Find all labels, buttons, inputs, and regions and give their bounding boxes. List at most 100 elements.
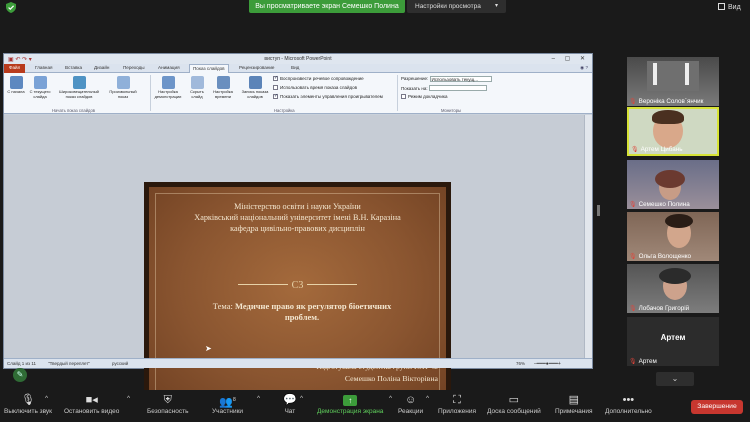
from-start-label: С начала	[7, 89, 25, 94]
setup-show-icon	[161, 76, 175, 89]
topic-line-1: Медичне право як регулятор біоетичних	[234, 301, 392, 311]
participant-tile[interactable]: 🎙 Ольга Волощенко	[627, 212, 719, 261]
vertical-scrollbar[interactable]	[584, 115, 592, 359]
slide-ornament: C3	[149, 280, 446, 291]
apps-label: Приложения	[438, 408, 477, 415]
scroll-down-button[interactable]: ⌄	[656, 372, 694, 386]
timings-checkbox[interactable]: Использовать время показа слайдов	[273, 85, 357, 90]
apps-icon: ⛶	[453, 394, 461, 406]
tab-transitions[interactable]: Переходы	[123, 65, 145, 70]
participants-options-caret[interactable]: ^	[257, 395, 260, 402]
whiteboard-label: Доска сообщений	[487, 408, 541, 415]
group-start-label: Начать показ слайдов	[52, 108, 96, 113]
participants-button[interactable]: 👥8 Участники	[212, 393, 243, 415]
video-button[interactable]: ■◂ Остановить видео	[64, 393, 119, 415]
chevron-down-icon: ⌄	[671, 374, 679, 383]
shared-screen[interactable]: ▣ ↶ ↷ ▾ виступ - Microsoft PowerPoint – …	[3, 53, 593, 413]
ppt-window-title: виступ - Microsoft PowerPoint	[264, 56, 332, 62]
panel-divider-handle[interactable]	[597, 205, 600, 216]
chat-button[interactable]: 💬 Чат	[283, 393, 297, 415]
resolution-select[interactable]: Разрешение: Использовать текущ...	[401, 76, 492, 82]
participant-name: 🎙 Артем	[629, 358, 657, 365]
group-monitors-label: Мониторы	[441, 108, 462, 113]
slide-department: кафедра цивільно-правових дисциплін	[230, 224, 365, 233]
tab-file[interactable]: Файл	[4, 64, 26, 73]
broadcast-icon	[72, 76, 86, 89]
slide: Міністерство освіти і науки України Харк…	[144, 182, 451, 413]
participant-name: 🎙 Лобачов Григорій	[629, 305, 690, 312]
broadcast-button[interactable]: Широковещательный показ слайдов	[56, 76, 102, 99]
from-current-label: С текущего слайда	[29, 89, 51, 99]
participant-name: 🎙 Артем Цибань	[631, 146, 683, 153]
participant-name: 🎙 Вероніка Солов`янчик	[629, 98, 704, 105]
record-label: Запись показа слайдов	[241, 89, 269, 99]
custom-show-button[interactable]: Произвольный показ	[106, 76, 140, 99]
checkbox-icon	[273, 85, 278, 90]
share-banner: Вы просматриваете экран Семешко Полина	[249, 0, 405, 13]
reactions-options-caret[interactable]: ^	[426, 395, 429, 402]
participant-name: 🎙 Семешко Полина	[629, 201, 690, 208]
participant-tile-active[interactable]: 🎙 Артем Цибань	[627, 107, 719, 156]
from-current-button[interactable]: С текущего слайда	[27, 76, 53, 99]
video-options-caret[interactable]: ^	[127, 395, 130, 402]
presenter-view-label: Режим докладчика	[408, 94, 448, 99]
show-on-select[interactable]: Показать на:	[401, 85, 487, 91]
share-options-caret[interactable]: ^	[389, 395, 392, 402]
tab-insert[interactable]: Вставка	[65, 65, 82, 70]
slide-topic: Тема: Медичне право як регулятор біоетич…	[177, 301, 427, 323]
participants-icon: 👥8	[219, 396, 236, 409]
video-label: Остановить видео	[64, 408, 120, 415]
ribbon-divider	[397, 75, 398, 111]
presenter-view-checkbox[interactable]: Режим докладчика	[401, 94, 447, 99]
broadcast-label: Широковещательный показ слайдов	[59, 89, 99, 99]
help-icon[interactable]: ◉ ?	[580, 65, 588, 71]
shield-icon: ⛨	[163, 394, 172, 406]
tab-slideshow[interactable]: Показ слайдов	[189, 64, 229, 73]
custom-show-icon	[116, 76, 130, 89]
mic-muted-icon: 🎙	[629, 306, 637, 312]
media-controls-checkbox[interactable]: Показать элементы управления проигрывате…	[273, 93, 383, 99]
top-bar: Вы просматриваете экран Семешко Полина Н…	[0, 0, 750, 14]
tab-home[interactable]: Главная	[35, 65, 52, 70]
participant-tile[interactable]: 🎙 Лобачов Григорій	[627, 264, 719, 313]
mute-options-caret[interactable]: ^	[45, 395, 48, 402]
tab-animation[interactable]: Анимация	[158, 65, 180, 70]
apps-button[interactable]: ⛶ Приложения	[438, 393, 476, 415]
mouse-cursor-icon: ➤	[205, 344, 212, 353]
shield-check-icon[interactable]	[6, 2, 16, 13]
hide-slide-button[interactable]: Скрыть слайд	[186, 76, 208, 99]
reactions-button[interactable]: ☺ Реакции	[398, 393, 423, 415]
more-button[interactable]: ••• Дополнительно	[605, 393, 652, 415]
participant-tile-no-video[interactable]: Артем 🎙 Артем	[627, 317, 719, 366]
tab-review[interactable]: Рецензирование	[239, 65, 274, 70]
narration-checkbox[interactable]: Воспроизвести речевое сопровождение	[273, 75, 364, 81]
zoom-slider[interactable]: –━━━●━━━+	[534, 359, 561, 369]
theme-name: "Твердый переплет"	[48, 361, 91, 366]
setup-show-button[interactable]: Настройка демонстрации	[151, 76, 185, 99]
share-screen-button[interactable]: ↑ Демонстрация экрана	[317, 393, 383, 415]
ppt-title-bar: ▣ ↶ ↷ ▾ виступ - Microsoft PowerPoint – …	[4, 54, 592, 64]
whiteboard-button[interactable]: ▭ Доска сообщений	[487, 393, 541, 415]
narration-label: Воспроизвести речевое сопровождение	[280, 76, 364, 81]
timer-icon	[216, 76, 230, 89]
view-button[interactable]: Вид	[718, 3, 741, 11]
chat-options-caret[interactable]: ^	[300, 395, 303, 402]
participant-tile[interactable]: 🎙 Семешко Полина	[627, 160, 719, 209]
topic-label: Тема:	[212, 301, 235, 311]
tab-design[interactable]: Дизайн	[94, 65, 109, 70]
checkbox-checked-icon	[273, 93, 278, 99]
notes-button[interactable]: ▤ Примечания	[555, 393, 593, 415]
record-button[interactable]: Запись показа слайдов	[239, 76, 271, 99]
end-meeting-button[interactable]: Завершение	[691, 400, 743, 414]
from-start-button[interactable]: С начала	[6, 76, 26, 95]
rehearse-button[interactable]: Настройка времени	[209, 76, 237, 99]
tab-view[interactable]: Вид	[291, 65, 299, 70]
show-on-value	[428, 85, 487, 91]
security-button[interactable]: ⛨ Безопасность	[147, 393, 188, 415]
view-options-button[interactable]: Настройки просмотра ▾	[407, 0, 506, 13]
mic-muted-icon: 🎙	[629, 99, 637, 105]
annotate-icon[interactable]: ✎	[13, 368, 27, 382]
participant-tile[interactable]: 🎙 Вероніка Солов`янчик	[627, 57, 719, 106]
ppt-status-bar: Слайд 1 из 11 "Твердый переплет" русский…	[4, 358, 592, 368]
slide-editing-area: Міністерство освіти і науки України Харк…	[4, 115, 592, 413]
